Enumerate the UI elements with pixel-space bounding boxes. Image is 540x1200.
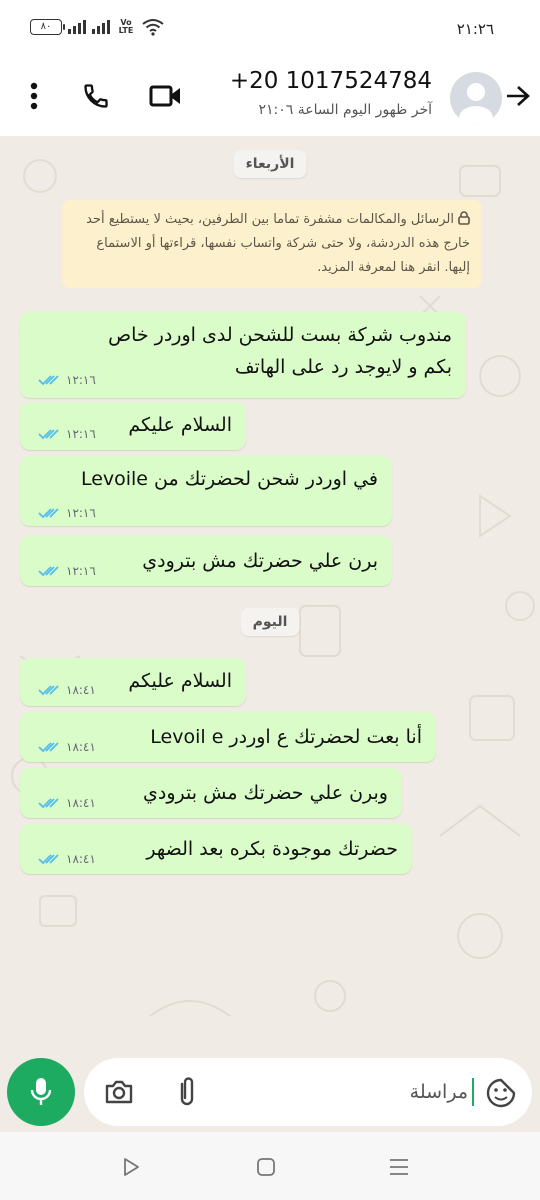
read-ticks-icon <box>38 685 59 696</box>
encryption-notice[interactable]: الرسائل والمكالمات مشفرة تماما بين الطرف… <box>62 200 482 288</box>
message-time: ١٢:١٦ <box>66 427 96 441</box>
message-meta: ١٢:١٦ <box>38 427 96 441</box>
read-ticks-icon <box>38 798 59 809</box>
read-ticks-icon <box>38 566 59 577</box>
message-input[interactable] <box>318 1076 468 1108</box>
message-bubble[interactable]: مندوب شركة بست للشحن لدى اوردر خاص بكم و… <box>20 312 466 398</box>
message-meta: ١٢:١٦ <box>38 564 96 578</box>
message-text: في اوردر شحن لحضرتك من Levoile <box>80 468 378 490</box>
read-ticks-icon <box>38 375 59 386</box>
signal-icon-2 <box>92 20 110 34</box>
read-ticks-icon <box>38 508 59 519</box>
read-ticks-icon <box>38 742 59 753</box>
lock-icon <box>458 211 470 225</box>
mic-button[interactable] <box>7 1058 75 1126</box>
message-bubble[interactable]: السلام عليكم ١٢:١٦ <box>20 402 246 450</box>
message-bubble[interactable]: في اوردر شحن لحضرتك من Levoile ١٢:١٦ <box>20 456 392 526</box>
chat-area[interactable]: الأربعاء الرسائل والمكالمات مشفرة تماما … <box>0 136 540 1056</box>
message-time: ١٢:١٦ <box>66 373 96 387</box>
signal-icon <box>68 20 86 34</box>
chat-header: +20 1017524784 آخر ظهور اليوم الساعة ٢١:… <box>0 56 540 136</box>
message-text: أنا بعت لحضرتك ع اوردر Levoil e <box>150 726 422 748</box>
status-time: ٢١:٢٦ <box>456 20 494 38</box>
date-chip: اليوم <box>240 608 300 636</box>
message-meta: ١٨:٤١ <box>38 796 96 810</box>
message-bubble[interactable]: السلام عليكم ١٨:٤١ <box>20 658 246 706</box>
message-meta: ١٨:٤١ <box>38 740 96 754</box>
message-text-line-2: بكم و لايوجد رد على الهاتف <box>234 356 452 378</box>
back-arrow-icon[interactable] <box>498 76 538 116</box>
mic-icon <box>30 1078 52 1105</box>
wifi-icon <box>142 19 164 36</box>
home-icon[interactable] <box>253 1154 279 1180</box>
read-ticks-icon <box>38 854 59 865</box>
message-bubble[interactable]: وبرن علي حضرتك مش بترودي ١٨:٤١ <box>20 768 402 818</box>
message-time: ١٨:٤١ <box>66 740 96 754</box>
status-icons: ٨٠ Vo LTE <box>30 18 164 36</box>
message-meta: ١٢:١٦ <box>38 506 96 520</box>
back-icon[interactable] <box>118 1154 144 1180</box>
compose-bar <box>84 1058 532 1126</box>
more-options-icon[interactable] <box>14 76 54 116</box>
camera-icon[interactable] <box>104 1078 134 1106</box>
composer <box>0 1056 540 1132</box>
encryption-notice-text: الرسائل والمكالمات مشفرة تماما بين الطرف… <box>86 212 470 275</box>
message-meta: ١٨:٤١ <box>38 852 96 866</box>
video-call-icon[interactable] <box>146 76 186 116</box>
contact-name[interactable]: +20 1017524784 <box>230 68 432 94</box>
text-caret <box>472 1078 474 1106</box>
message-time: ١٨:٤١ <box>66 683 96 697</box>
message-bubble[interactable]: حضرتك موجودة بكره بعد الضهر ١٨:٤١ <box>20 824 412 874</box>
attach-icon[interactable] <box>174 1074 200 1108</box>
message-meta: ١٢:١٦ <box>38 373 96 387</box>
read-ticks-icon <box>38 429 59 440</box>
message-time: ١٢:١٦ <box>66 564 96 578</box>
status-bar: ٨٠ Vo LTE ٢١:٢٦ <box>0 0 540 56</box>
sticker-icon[interactable] <box>486 1078 516 1108</box>
battery-icon: ٨٠ <box>30 19 65 35</box>
message-bubble[interactable]: برن علي حضرتك مش بترودي ١٢:١٦ <box>20 536 392 586</box>
last-seen: آخر ظهور اليوم الساعة ٢١:٠٦ <box>258 102 432 118</box>
message-time: ١٨:٤١ <box>66 796 96 810</box>
recents-icon[interactable] <box>386 1154 412 1180</box>
avatar[interactable] <box>450 72 502 124</box>
system-nav-bar <box>0 1132 540 1200</box>
message-bubble[interactable]: أنا بعت لحضرتك ع اوردر Levoil e ١٨:٤١ <box>20 712 436 762</box>
volte-icon: Vo LTE <box>118 18 134 35</box>
voice-call-icon[interactable] <box>76 76 116 116</box>
message-time: ١٨:٤١ <box>66 852 96 866</box>
message-time: ١٢:١٦ <box>66 506 96 520</box>
date-chip: الأربعاء <box>233 150 307 178</box>
message-text-line-1: مندوب شركة بست للشحن لدى اوردر خاص <box>108 324 452 346</box>
message-meta: ١٨:٤١ <box>38 683 96 697</box>
